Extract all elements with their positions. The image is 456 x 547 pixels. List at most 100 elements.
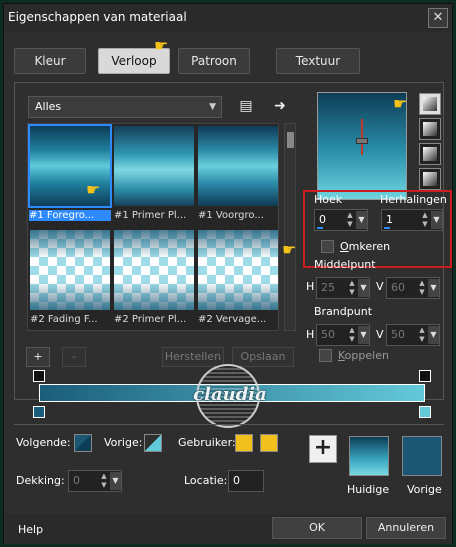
watermark-logo: claudia xyxy=(174,360,286,430)
locatie-field[interactable]: 0 xyxy=(228,470,264,492)
huidige-swatch[interactable] xyxy=(349,436,389,476)
angle-needle[interactable] xyxy=(361,119,363,155)
spin-arrows-icon[interactable]: ▲ ▼ xyxy=(345,211,355,229)
spin-arrows-icon[interactable]: ▲ ▼ xyxy=(347,326,357,344)
vorige-label: Vorige: xyxy=(104,436,143,449)
middelpunt-h-spinner[interactable]: 25 ▲ ▼ ▼ xyxy=(316,277,370,299)
linear-style-button[interactable] xyxy=(419,93,441,115)
herhalingen-spinner[interactable]: 1 ▲ ▼ ▼ xyxy=(381,209,443,231)
mid-v-value: 60 xyxy=(391,281,405,294)
grid-scrollbar[interactable] xyxy=(284,123,296,331)
rectangular-gradient-icon xyxy=(423,122,437,136)
tab-kleur[interactable]: Kleur xyxy=(14,48,86,74)
volgende-label: Volgende: xyxy=(16,436,71,449)
category-selected: Alles xyxy=(35,100,62,113)
thumbnail-label: #1 Voorgro... xyxy=(198,210,264,221)
pointing-hand-icon: ☛ xyxy=(154,36,169,55)
gradient-thumbnail[interactable] xyxy=(114,230,194,310)
pointing-hand-icon: ☛ xyxy=(393,94,408,113)
koppelen-label: Koppelen xyxy=(338,349,389,362)
ok-button[interactable]: OK xyxy=(272,517,362,539)
add-gradient-button[interactable]: + xyxy=(26,347,50,367)
thumbnail-label: #2 Fading F... xyxy=(30,314,98,325)
help-link[interactable]: Help xyxy=(18,523,43,536)
omkeren-label: Omkeren xyxy=(340,240,391,253)
chevron-down-icon[interactable]: ▼ xyxy=(428,326,439,344)
koppelen-checkbox[interactable] xyxy=(319,349,332,362)
category-dropdown[interactable]: Alles ▼ xyxy=(28,96,222,118)
opacity-stop-right[interactable] xyxy=(419,370,431,382)
mid-h-label: H xyxy=(306,280,315,293)
material-properties-dialog: Eigenschappen van materiaal ✕ Kleur Verl… xyxy=(3,3,453,544)
tab-textuur[interactable]: Textuur xyxy=(276,48,360,74)
thumbnail-label: #1 Primer Pl... xyxy=(114,210,187,221)
huidige-label: Huidige xyxy=(347,483,390,496)
chevron-down-icon[interactable]: ▼ xyxy=(358,279,369,297)
gebruiker-swatch-alt[interactable] xyxy=(260,434,278,452)
middelpunt-label: Middelpunt xyxy=(314,258,376,271)
locatie-value: 0 xyxy=(233,474,240,487)
dekking-value: 0 xyxy=(73,474,80,487)
pointing-hand-icon: ☛ xyxy=(86,180,101,199)
gradient-thumbnail[interactable] xyxy=(114,126,194,206)
footer: Help OK Annuleren xyxy=(4,514,452,544)
chevron-down-icon[interactable]: ▼ xyxy=(431,211,442,229)
color-stop-left[interactable] xyxy=(33,406,45,418)
vorige-swatch-label: Vorige xyxy=(407,483,442,496)
remove-gradient-button[interactable]: - xyxy=(62,347,86,367)
close-button[interactable]: ✕ xyxy=(428,8,448,28)
chevron-down-icon[interactable]: ▼ xyxy=(356,211,367,229)
thumbnail-label: #1 Foregro... xyxy=(29,210,111,221)
annuleren-button[interactable]: Annuleren xyxy=(366,517,446,539)
slider-track[interactable] xyxy=(384,227,390,229)
sunburst-style-button[interactable] xyxy=(419,143,441,165)
chevron-down-icon[interactable]: ▼ xyxy=(428,279,439,297)
brand-v-label: V xyxy=(376,328,384,341)
radial-style-button[interactable] xyxy=(419,168,441,190)
arrow-right-icon[interactable]: ➜ xyxy=(271,97,289,115)
spin-arrows-icon[interactable]: ▲ ▼ xyxy=(420,211,430,229)
rectangular-style-button[interactable] xyxy=(419,118,441,140)
brandpunt-h-spinner[interactable]: 50 ▲ ▼ ▼ xyxy=(316,324,370,346)
chevron-down-icon: ▼ xyxy=(209,102,216,112)
opacity-stop-left[interactable] xyxy=(33,370,45,382)
locatie-label: Locatie: xyxy=(184,474,228,487)
mid-v-label: V xyxy=(376,280,384,293)
watermark-text: claudia xyxy=(193,384,267,405)
thumbnail-label: #2 Vervage... xyxy=(198,314,267,325)
scrollbar-thumb[interactable] xyxy=(287,132,294,148)
spin-arrows-icon[interactable]: ▲ ▼ xyxy=(347,279,357,297)
library-icon[interactable]: ▤ xyxy=(237,97,255,115)
chevron-down-icon[interactable]: ▼ xyxy=(358,326,369,344)
slider-track[interactable] xyxy=(317,227,323,229)
brand-h-value: 50 xyxy=(321,328,335,341)
radial-gradient-icon xyxy=(423,172,437,186)
angle-knob[interactable] xyxy=(356,138,368,144)
title-bar: Eigenschappen van materiaal ✕ xyxy=(4,4,452,32)
spin-arrows-icon[interactable]: ▲ ▼ xyxy=(99,472,109,490)
chevron-down-icon[interactable]: ▼ xyxy=(110,472,121,490)
hoek-value: 0 xyxy=(319,213,326,226)
brandpunt-v-spinner[interactable]: 50 ▲ ▼ ▼ xyxy=(386,324,440,346)
brandpunt-label: Brandpunt xyxy=(314,305,373,318)
omkeren-checkbox[interactable] xyxy=(321,240,334,253)
brand-v-value: 50 xyxy=(391,328,405,341)
dekking-spinner[interactable]: 0 ▲ ▼ ▼ xyxy=(68,470,122,492)
middelpunt-v-spinner[interactable]: 60 ▲ ▼ ▼ xyxy=(386,277,440,299)
color-stop-right[interactable] xyxy=(419,406,431,418)
spin-arrows-icon[interactable]: ▲ ▼ xyxy=(417,326,427,344)
vorige-big-swatch[interactable] xyxy=(402,436,442,476)
add-swatch-button[interactable]: + xyxy=(309,435,337,463)
gradient-thumbnail[interactable] xyxy=(198,126,278,206)
vorige-swatch[interactable] xyxy=(144,434,162,452)
window-title: Eigenschappen van materiaal xyxy=(8,10,187,24)
gebruiker-swatch[interactable] xyxy=(235,434,253,452)
volgende-swatch[interactable] xyxy=(74,434,92,452)
spin-arrows-icon[interactable]: ▲ ▼ xyxy=(417,279,427,297)
sunburst-gradient-icon xyxy=(423,147,437,161)
gradient-thumbnail[interactable] xyxy=(198,230,278,310)
gradient-grid: #1 Foregro... ☛ #1 Primer Pl... #1 Voorg… xyxy=(27,123,279,331)
tab-patroon[interactable]: Patroon xyxy=(178,48,250,74)
hoek-spinner[interactable]: 0 ▲ ▼ ▼ xyxy=(314,209,368,231)
gradient-thumbnail[interactable] xyxy=(30,230,110,310)
